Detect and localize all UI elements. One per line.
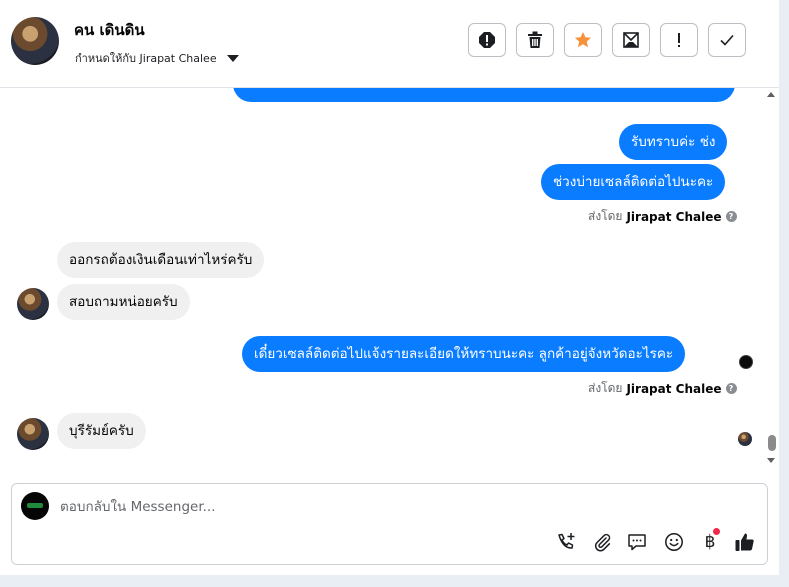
message-bubble-outgoing[interactable]: เดี๋ยวเซลล์ติดต่อไปแจ้งรายละเอียดให้ทราบ…	[242, 336, 686, 372]
assignee-dropdown[interactable]: กำหนดให้กับ Jirapat Chalee	[75, 49, 239, 67]
sent-by-agent: Jirapat Chalee	[626, 381, 722, 396]
conversation-panel: คน เดินดิน กำหนดให้กับ Jirapat Chalee รั…	[0, 0, 779, 575]
message-bubble-incoming[interactable]: ออกรถต้องเงินเดือนเท่าไหร่ครับ	[57, 242, 265, 278]
star-button[interactable]	[564, 23, 602, 57]
reply-input[interactable]	[60, 496, 660, 518]
message-bubble-incoming[interactable]: สอบถามหน่อยครับ	[57, 284, 190, 320]
contact-name[interactable]: คน เดินดิน	[74, 18, 145, 42]
message-bubble-outgoing[interactable]: รับทราบค่ะ ช่ง	[619, 124, 728, 160]
trash-icon	[528, 31, 542, 48]
mark-unread-button[interactable]	[612, 23, 650, 57]
message-composer: ฿	[11, 483, 768, 565]
message-thread[interactable]: รับทราบค่ะ ช่ง ช่วงบ่ายเซลล์ติดต่อไปนะคะ…	[0, 88, 779, 468]
page-seen-avatar	[739, 355, 753, 369]
delete-button[interactable]	[516, 23, 554, 57]
sent-by-prefix: ส่งโดย	[588, 209, 623, 223]
message-bubble-clipped	[233, 88, 735, 102]
saved-reply-icon[interactable]	[625, 530, 649, 554]
contact-avatar[interactable]	[11, 17, 59, 65]
help-icon[interactable]: ?	[725, 383, 737, 394]
scrollbar-thumb[interactable]	[768, 435, 776, 451]
sent-by-label: ส่งโดย Jirapat Chalee ?	[588, 379, 737, 398]
notification-dot	[713, 528, 720, 535]
baht-payment-icon[interactable]: ฿	[698, 528, 722, 554]
assignee-label: กำหนดให้กับ Jirapat Chalee	[75, 52, 217, 65]
sent-by-label: ส่งโดย Jirapat Chalee ?	[588, 207, 737, 226]
conversation-header: คน เดินดิน กำหนดให้กับ Jirapat Chalee	[0, 0, 779, 88]
star-icon	[575, 32, 591, 48]
done-button[interactable]	[708, 23, 746, 57]
envelope-icon	[623, 32, 639, 48]
like-icon[interactable]	[733, 530, 757, 554]
exclamation-icon	[678, 33, 680, 47]
attachment-icon[interactable]	[590, 530, 614, 554]
message-bubble-outgoing[interactable]: ช่วงบ่ายเซลล์ติดต่อไปนะคะ	[541, 164, 726, 200]
help-icon[interactable]: ?	[725, 211, 737, 222]
emoji-icon[interactable]	[662, 530, 686, 554]
check-icon	[720, 34, 734, 46]
scroll-down-arrow-icon[interactable]	[767, 458, 775, 463]
page-avatar	[21, 492, 49, 520]
call-add-icon[interactable]	[554, 530, 578, 554]
contact-seen-avatar	[738, 432, 752, 446]
message-bubble-incoming[interactable]: บุรีรัมย์ครับ	[57, 413, 146, 449]
follow-up-button[interactable]	[660, 23, 698, 57]
scroll-up-arrow-icon[interactable]	[767, 92, 775, 97]
alert-circle-icon	[479, 32, 495, 48]
spam-button[interactable]	[468, 23, 506, 57]
sent-by-agent: Jirapat Chalee	[626, 209, 722, 224]
contact-avatar-small[interactable]	[17, 418, 49, 450]
contact-avatar-small[interactable]	[17, 288, 49, 320]
caret-down-icon	[226, 54, 239, 62]
sent-by-prefix: ส่งโดย	[588, 381, 623, 395]
